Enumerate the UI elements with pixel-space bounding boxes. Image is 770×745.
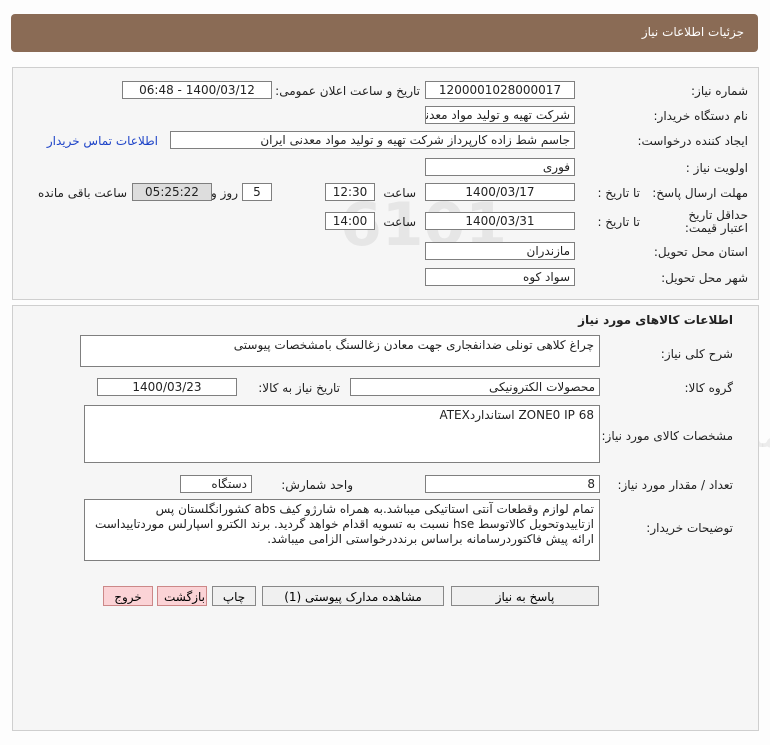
- goods-spec-label: مشخصات کالای مورد نیاز:: [601, 429, 733, 443]
- validity-until-date-label: تا تاریخ :: [597, 215, 640, 229]
- need-number-field: 1200001028000017: [425, 81, 575, 99]
- buyer-notes-field: تمام لوازم وقطعات آنتی استاتیکی میباشد.ب…: [84, 499, 600, 561]
- announce-datetime-label: تاریخ و ساعت اعلان عمومی:: [275, 84, 420, 98]
- reply-until-date-label: تا تاریخ :: [597, 186, 640, 200]
- reply-time-label: ساعت: [383, 186, 416, 200]
- general-description-label: شرح کلی نیاز:: [660, 347, 733, 361]
- city-label: شهر محل تحویل:: [661, 271, 748, 285]
- page-header: جزئیات اطلاعات نیاز: [11, 14, 758, 52]
- unit-label: واحد شمارش:: [281, 478, 353, 492]
- province-field: مازندران: [425, 242, 575, 260]
- goods-section-title: اطلاعات کالاهای مورد نیاز: [578, 313, 733, 327]
- exit-button[interactable]: خروج: [103, 586, 153, 606]
- announce-datetime-field: 1400/03/12 - 06:48: [122, 81, 272, 99]
- need-info-panel: [12, 67, 759, 300]
- price-validity-label: حداقل تاریخ اعتبار قیمت:: [684, 208, 748, 235]
- goods-spec-field: ZONE0 IP 68 استانداردATEX: [84, 405, 600, 463]
- creator-label: ایجاد کننده درخواست:: [637, 134, 748, 148]
- buyer-notes-label: توضیحات خریدار:: [646, 521, 733, 535]
- buyer-org-label: نام دستگاه خریدار:: [653, 109, 749, 123]
- validity-time-label: ساعت: [383, 215, 416, 229]
- city-field: سواد کوه: [425, 268, 575, 286]
- goods-group-label: گروه کالا:: [684, 381, 734, 395]
- goods-group-field: محصولات الکترونیکی: [350, 378, 600, 396]
- remaining-time-field: 05:25:22: [132, 183, 212, 201]
- days-field: 5: [242, 183, 272, 201]
- page-title: جزئیات اطلاعات نیاز: [641, 25, 744, 39]
- priority-field: فوری: [425, 158, 575, 176]
- print-button[interactable]: چاپ: [212, 586, 256, 606]
- creator-field: جاسم شط زاده کارپرداز شرکت تهیه و تولید …: [170, 131, 575, 149]
- remaining-time-label: ساعت باقی مانده: [37, 186, 127, 200]
- view-attachments-button[interactable]: مشاهده مدارک پیوستی (1): [262, 586, 444, 606]
- quantity-label: تعداد / مقدار مورد نیاز:: [617, 478, 733, 492]
- back-button[interactable]: بازگشت: [157, 586, 207, 606]
- province-label: استان محل تحویل:: [653, 245, 748, 259]
- reply-to-need-button[interactable]: پاسخ به نیاز: [451, 586, 599, 606]
- need-date-label: تاریخ نیاز به کالا:: [258, 381, 340, 395]
- reply-date-field: 1400/03/17: [425, 183, 575, 201]
- priority-label: اولویت نیاز :: [685, 161, 748, 175]
- days-label: روز و: [211, 186, 238, 200]
- quantity-field: 8: [425, 475, 600, 493]
- buyer-contact-link[interactable]: اطلاعات تماس خریدار: [47, 134, 158, 148]
- buyer-org-field: شرکت تهیه و تولید مواد معدنی ایران: [425, 106, 575, 124]
- reply-deadline-label: مهلت ارسال پاسخ:: [652, 186, 748, 200]
- need-number-label: شماره نیاز:: [691, 84, 748, 98]
- unit-field: دستگاه: [180, 475, 252, 493]
- need-date-field: 1400/03/23: [97, 378, 237, 396]
- validity-date-field: 1400/03/31: [425, 212, 575, 230]
- general-description-field: چراغ کلاهی تونلی ضدانفجاری جهت معادن زغا…: [80, 335, 600, 367]
- reply-time-field: 12:30: [325, 183, 375, 201]
- validity-time-field: 14:00: [325, 212, 375, 230]
